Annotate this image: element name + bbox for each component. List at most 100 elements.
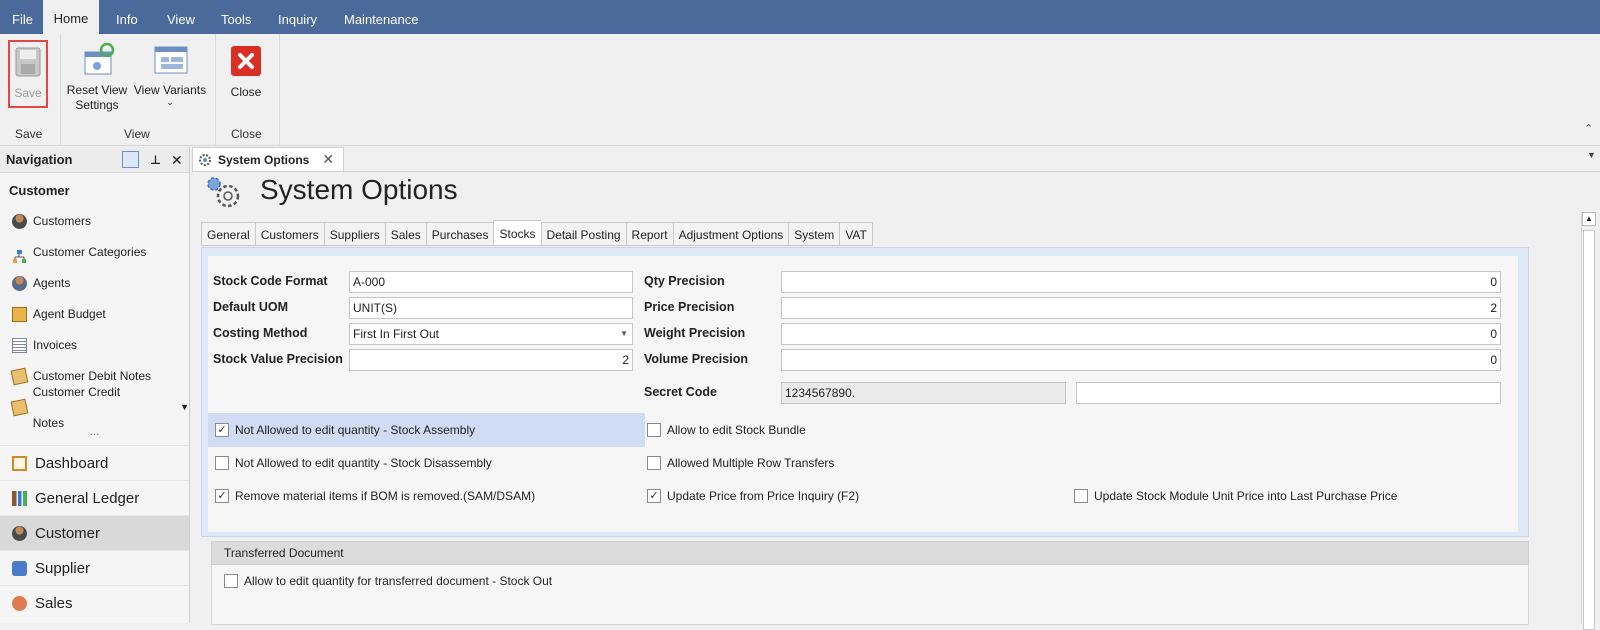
checkbox-icon xyxy=(647,456,661,470)
nav-module-sales[interactable]: Sales xyxy=(0,585,189,620)
nav-item-customer-credit-notes[interactable]: Customer Credit Notes ▼ xyxy=(0,385,189,430)
reset-settings-icon xyxy=(84,42,115,75)
reset-view-settings-button[interactable]: Reset View Settings xyxy=(64,42,130,118)
gear-icon xyxy=(199,153,211,166)
remove-material-checkbox[interactable]: ✓ Remove material items if BOM is removed… xyxy=(215,489,535,503)
checkbox-icon xyxy=(647,423,661,437)
default-uom-field[interactable]: UNIT(S) xyxy=(349,297,633,319)
nav-item-agents[interactable]: Agents xyxy=(0,268,189,299)
pin-icon[interactable]: ⊥ xyxy=(150,147,161,173)
tab-adjustment-options[interactable]: Adjustment Options xyxy=(672,222,789,246)
dashboard-icon xyxy=(12,455,27,471)
window-icon[interactable] xyxy=(122,151,139,168)
tab-customers[interactable]: Customers xyxy=(254,222,324,246)
allow-bundle-checkbox[interactable]: Allow to edit Stock Bundle xyxy=(647,423,806,437)
stock-value-precision-label: Stock Value Precision xyxy=(213,352,343,366)
transferred-document-header: Transferred Document xyxy=(211,541,1529,565)
supplier-icon xyxy=(12,560,27,576)
volume-precision-field[interactable]: 0 xyxy=(781,349,1501,371)
tab-dropdown-icon[interactable]: ▼ xyxy=(1587,150,1596,160)
options-tabs: General Customers Suppliers Sales Purcha… xyxy=(201,220,873,247)
tab-vat[interactable]: VAT xyxy=(839,222,873,246)
vertical-scrollbar[interactable]: ▲ xyxy=(1581,212,1596,630)
ribbon-separator xyxy=(215,34,216,146)
stocks-panel: Stock Code Format A-000 Default UOM UNIT… xyxy=(201,247,1529,537)
close-nav-icon[interactable]: ✕ xyxy=(171,147,183,173)
nav-section-title: Customer xyxy=(9,183,70,198)
view-variants-icon xyxy=(154,46,188,74)
stock-value-precision-field[interactable]: 2 xyxy=(349,349,633,371)
price-precision-label: Price Precision xyxy=(644,300,735,314)
costing-method-select[interactable]: First In First Out ▼ xyxy=(349,323,633,345)
group-label-view: View xyxy=(124,127,150,141)
close-button[interactable]: Close xyxy=(222,46,270,106)
tab-system[interactable]: System xyxy=(788,222,840,246)
tab-stocks[interactable]: Stocks xyxy=(493,220,541,246)
checkbox-checked-icon: ✓ xyxy=(215,489,229,503)
save-button[interactable]: Save xyxy=(8,40,48,108)
document-tab[interactable]: System Options ✕ xyxy=(192,147,344,171)
menu-inquiry[interactable]: Inquiry xyxy=(278,0,317,34)
nav-module-general-ledger[interactable]: General Ledger xyxy=(0,480,189,515)
navigation-header: Navigation ⊥ ✕ xyxy=(0,147,189,173)
secret-code-confirm-field[interactable] xyxy=(1076,382,1501,404)
view-variants-button[interactable]: View Variants ⌄ xyxy=(132,42,208,118)
tab-suppliers[interactable]: Suppliers xyxy=(323,222,385,246)
nav-item-invoices[interactable]: Invoices xyxy=(0,330,189,361)
nav-item-customer-categories[interactable]: Customer Categories xyxy=(0,237,189,268)
scroll-down-icon[interactable]: ▼ xyxy=(180,392,189,423)
budget-icon xyxy=(12,307,27,322)
not-allowed-assembly-checkbox[interactable]: ✓ Not Allowed to edit quantity - Stock As… xyxy=(215,423,475,437)
ribbon-separator xyxy=(279,34,280,146)
menu-info[interactable]: Info xyxy=(116,0,138,34)
stock-code-format-field[interactable]: A-000 xyxy=(349,271,633,293)
page-title: System Options xyxy=(260,174,458,205)
tab-sales[interactable]: Sales xyxy=(384,222,426,246)
tab-purchases[interactable]: Purchases xyxy=(425,222,494,246)
transferred-document-section: Allow to edit quantity for transferred d… xyxy=(211,565,1529,625)
tab-report[interactable]: Report xyxy=(625,222,673,246)
qty-precision-field[interactable]: 0 xyxy=(781,271,1501,293)
nav-more-indicator[interactable]: ... xyxy=(0,423,189,445)
secret-code-field[interactable]: 1234567890. xyxy=(781,382,1066,404)
main-content: System Options General Customers Supplie… xyxy=(192,171,1600,630)
weight-precision-label: Weight Precision xyxy=(644,326,746,340)
nav-module-customer[interactable]: Customer xyxy=(0,515,189,550)
menu-maintenance[interactable]: Maintenance xyxy=(344,0,418,34)
tab-general[interactable]: General xyxy=(201,222,255,246)
close-icon xyxy=(231,46,261,76)
nav-module-dashboard[interactable]: Dashboard xyxy=(0,445,189,480)
qty-precision-label: Qty Precision xyxy=(644,274,725,288)
menu-file[interactable]: File xyxy=(12,0,36,34)
not-allowed-disassembly-checkbox[interactable]: Not Allowed to edit quantity - Stock Dis… xyxy=(215,456,492,470)
nav-module-supplier[interactable]: Supplier xyxy=(0,550,189,585)
menu-tools[interactable]: Tools xyxy=(221,0,251,34)
checkbox-checked-icon: ✓ xyxy=(215,423,229,437)
multiple-row-transfers-checkbox[interactable]: Allowed Multiple Row Transfers xyxy=(647,456,834,470)
nav-item-customers[interactable]: Customers xyxy=(0,206,189,237)
group-label-save: Save xyxy=(15,127,43,141)
stocks-form: Stock Code Format A-000 Default UOM UNIT… xyxy=(208,256,1518,532)
update-unit-price-checkbox[interactable]: Update Stock Module Unit Price into Last… xyxy=(1074,489,1397,503)
invoice-icon xyxy=(12,338,27,353)
ribbon: Save Save Reset View Settings View Varian… xyxy=(0,34,1600,146)
menu-view[interactable]: View xyxy=(167,0,195,34)
price-precision-field[interactable]: 2 xyxy=(781,297,1501,319)
costing-method-label: Costing Method xyxy=(213,326,308,340)
transferred-edit-checkbox[interactable]: Allow to edit quantity for transferred d… xyxy=(224,574,552,588)
group-label-close: Close xyxy=(231,127,262,141)
menu-home[interactable]: Home xyxy=(43,0,99,34)
collapse-ribbon-icon[interactable]: ⌃ xyxy=(1584,122,1593,135)
hierarchy-icon xyxy=(12,245,27,263)
checkbox-icon xyxy=(215,456,229,470)
weight-precision-field[interactable]: 0 xyxy=(781,323,1501,345)
scrollbar-thumb[interactable] xyxy=(1583,230,1595,630)
dropdown-arrow-icon[interactable]: ▼ xyxy=(620,324,628,344)
menu-bar: File Home Info View Tools Inquiry Mainte… xyxy=(0,0,1600,34)
nav-item-agent-budget[interactable]: Agent Budget xyxy=(0,299,189,330)
tab-detail-posting[interactable]: Detail Posting xyxy=(540,222,626,246)
update-price-checkbox[interactable]: ✓ Update Price from Price Inquiry (F2) xyxy=(647,489,859,503)
customer-icon xyxy=(12,525,27,541)
scroll-up-icon[interactable]: ▲ xyxy=(1582,212,1596,226)
close-tab-icon[interactable]: ✕ xyxy=(322,151,334,168)
